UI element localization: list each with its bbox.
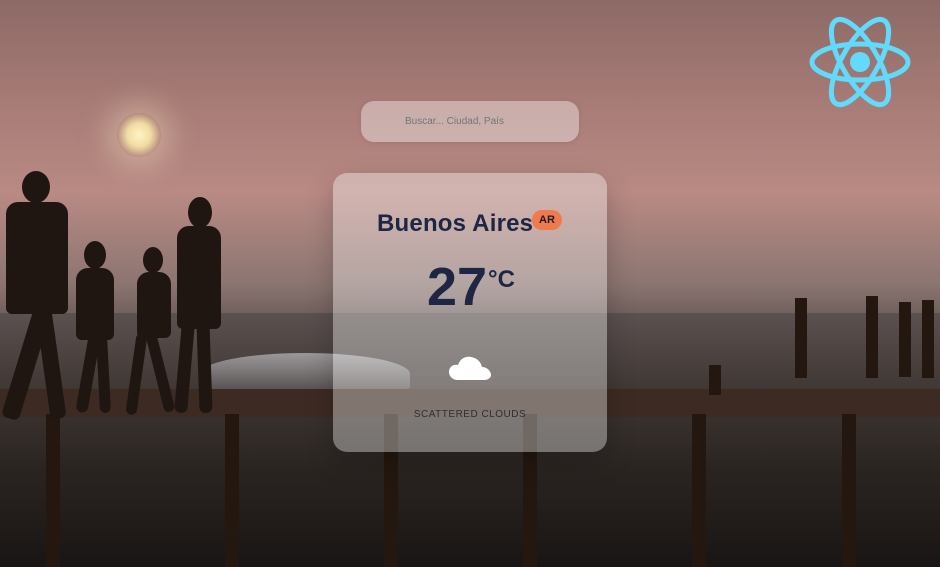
adult-head — [22, 171, 50, 203]
mooring-post — [899, 302, 911, 377]
country-badge: AR — [532, 210, 562, 230]
pier-post — [842, 414, 856, 567]
city-row: Buenos Aires AR — [333, 210, 607, 250]
mooring-post — [795, 298, 807, 378]
weather-description: SCATTERED CLOUDS — [413, 409, 527, 420]
woman-head — [188, 197, 212, 228]
pier-post — [46, 414, 60, 567]
child-body — [76, 268, 114, 340]
weather-card: Buenos Aires AR 27 °C SCATTERED CLOUDS — [333, 173, 607, 452]
adult-body — [6, 202, 68, 314]
pier-post — [225, 414, 239, 567]
search-box[interactable] — [361, 101, 579, 142]
mooring-post — [922, 300, 934, 378]
temperature-value: 27 — [427, 257, 488, 317]
child-head — [143, 247, 163, 273]
sun-icon — [117, 113, 161, 157]
child-head — [84, 241, 106, 269]
react-logo-icon — [809, 16, 911, 108]
city-name: Buenos Aires — [377, 210, 534, 237]
woman-body — [177, 226, 221, 329]
mooring-post — [709, 365, 721, 395]
search-input[interactable] — [405, 101, 565, 142]
temperature-unit: °C — [488, 266, 515, 293]
pier-post — [692, 414, 706, 567]
mooring-post — [866, 296, 878, 378]
cloud-icon — [449, 356, 491, 380]
temperature-row: 27 °C — [333, 260, 607, 320]
child-body — [137, 272, 171, 338]
weather-app: Buenos Aires AR 27 °C SCATTERED CLOUDS — [0, 0, 940, 567]
